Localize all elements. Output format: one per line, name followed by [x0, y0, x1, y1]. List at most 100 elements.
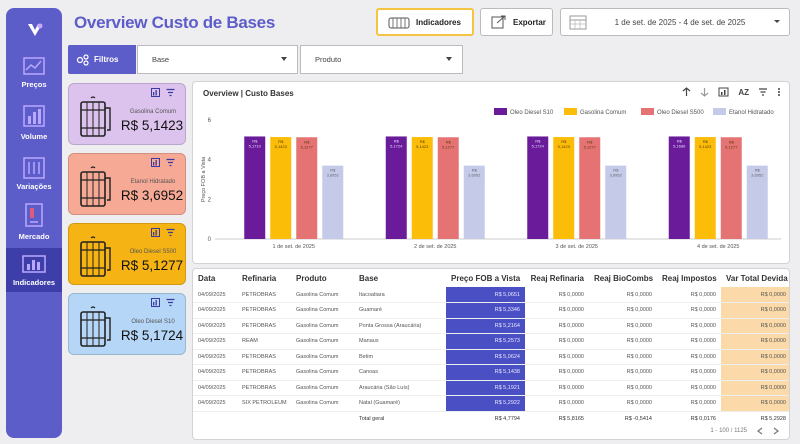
table-cell: R$ 4,7794 — [446, 411, 525, 427]
arrow-down-icon[interactable] — [700, 87, 709, 97]
fuel-tank-icon — [80, 236, 111, 277]
data-label: 5,1277 — [584, 144, 597, 149]
filter-icon[interactable] — [758, 87, 768, 97]
chart-type-icon[interactable] — [151, 298, 160, 307]
filter-icon[interactable] — [166, 158, 175, 167]
data-label: 3,6952 — [327, 173, 340, 178]
pagination-text: 1 - 100 / 1125 — [710, 428, 747, 434]
sidebar-item-label: Variações — [16, 182, 52, 191]
date-range-text: 1 de set. de 2025 - 4 de set. de 2025 — [614, 17, 746, 27]
sort-az-icon[interactable]: AZ — [738, 88, 749, 97]
sidebar-item-volume[interactable]: Volume — [6, 104, 62, 141]
column-header[interactable]: Reaj BioCombs — [589, 269, 657, 287]
column-header[interactable]: Produto — [291, 269, 354, 287]
sidebar-item-indicadores[interactable]: Indicadores — [6, 248, 62, 292]
arrow-up-icon[interactable] — [682, 87, 691, 97]
table-cell: 04/09/2025 — [193, 287, 237, 303]
table-cell: REAM — [237, 333, 291, 350]
bar — [296, 137, 318, 239]
chart-type-icon[interactable] — [718, 87, 729, 97]
bar — [668, 136, 690, 239]
table-cell: 04/09/2025 — [193, 380, 237, 396]
table-cell: R$ 0,0000 — [721, 364, 789, 381]
bar — [385, 136, 407, 239]
column-header[interactable]: Var Total Devida — [721, 269, 789, 287]
chevron-right-icon[interactable] — [773, 427, 779, 435]
table-cell — [237, 411, 291, 427]
table-row: 04/09/2025 SIX PETROLEUM Gasolina Comum Nat… — [193, 395, 789, 412]
chevron-left-icon[interactable] — [757, 427, 763, 435]
fuel-tank-icon — [80, 306, 111, 347]
table-cell: R$ 0,0000 — [657, 318, 721, 334]
table-cell: R$ 0,0000 — [589, 318, 657, 334]
base-dropdown[interactable]: Base — [137, 45, 298, 74]
base-dropdown-label: Base — [152, 55, 170, 64]
column-header[interactable]: Refinaria — [237, 269, 291, 287]
indicadores-button[interactable]: Indicadores — [376, 8, 474, 36]
table-cell: Ponta Grossa (Araucária) — [354, 318, 446, 334]
table-cell: R$ 0,0000 — [657, 302, 721, 319]
filters-label-text: Filtros — [94, 55, 119, 64]
x-tick-label: 2 de set. de 2025 — [414, 244, 457, 250]
column-header[interactable]: Reaj Impostos — [657, 269, 721, 287]
sidebar-item-mercado[interactable]: Mercado — [6, 202, 62, 241]
sidebar-item-variacoes[interactable]: Variações — [6, 156, 62, 191]
app-root: Preços Volume Variações Mercado Indicado… — [0, 0, 800, 444]
table-cell: R$ 0,0000 — [721, 287, 789, 303]
column-header[interactable]: Preço FOB a Vista — [446, 269, 525, 287]
chart-type-icon[interactable] — [151, 158, 160, 167]
table-cell: R$ 5,2164 — [446, 318, 525, 334]
chevron-down-icon — [281, 57, 287, 61]
table-cell — [291, 411, 354, 427]
exportar-label: Exportar — [513, 17, 546, 27]
column-header[interactable]: Reaj Refinaria — [525, 269, 589, 287]
column-header[interactable]: Data — [193, 269, 237, 287]
sidebar: Preços Volume Variações Mercado Indicado… — [6, 8, 62, 438]
data-label: 5,1423 — [558, 144, 571, 149]
column-header[interactable]: Base — [354, 269, 446, 287]
legend-label: Gasolina Comum — [580, 110, 626, 116]
fuel-tank-icon — [80, 96, 111, 137]
produto-dropdown-label: Produto — [315, 55, 342, 64]
data-table-panel: Data Refinaria Produto Base Preço FOB a Vist… — [192, 268, 790, 440]
data-label: 5,1423 — [699, 144, 712, 149]
x-tick-label: 4 de set. de 2025 — [697, 244, 740, 250]
filter-icon[interactable] — [166, 88, 175, 97]
price-chart-icon — [23, 57, 45, 75]
data-table: Data Refinaria Produto Base Preço FOB a Vist… — [193, 269, 789, 427]
indicators-icon — [22, 255, 46, 273]
bar — [244, 136, 266, 239]
kpi-name: Oleo Diesel S500 — [129, 249, 177, 255]
table-cell: Total geral — [354, 411, 446, 427]
legend-label: Oleo Diesel S10 — [510, 110, 554, 116]
filter-icon[interactable] — [166, 228, 175, 237]
produto-dropdown[interactable]: Produto — [300, 45, 463, 74]
table-cell: Guamaré — [354, 302, 446, 319]
sidebar-item-precos[interactable]: Preços — [6, 54, 62, 89]
date-range-picker[interactable]: 1 de set. de 2025 - 4 de set. de 2025 — [560, 8, 790, 36]
filter-icon[interactable] — [166, 298, 175, 307]
chart-type-icon[interactable] — [151, 228, 160, 237]
table-cell: R$ 5,2928 — [721, 411, 789, 427]
table-body: 04/09/2025 PETROBRAS Gasolina Comum Itacoat… — [193, 287, 789, 427]
kpi-name: Oleo Diesel S10 — [131, 319, 175, 325]
table-cell: Gasolina Comum — [291, 318, 354, 334]
data-label: 5,1277 — [442, 144, 455, 149]
more-options-icon[interactable] — [777, 87, 781, 97]
data-label: 5,1710 — [249, 143, 262, 148]
exportar-button[interactable]: Exportar — [480, 8, 553, 36]
chart-type-icon[interactable] — [151, 88, 160, 97]
table-cell: PETROBRAS — [237, 318, 291, 334]
table-cell: PETROBRAS — [237, 364, 291, 381]
table-cell: PETROBRAS — [237, 349, 291, 365]
fuel-tank-icon — [388, 17, 410, 29]
table-cell: R$ 5,1921 — [446, 380, 525, 396]
table-cell: R$ 5,0651 — [446, 287, 525, 303]
table-cell: Gasolina Comum — [291, 364, 354, 381]
table-cell: R$ 5,3346 — [446, 302, 525, 319]
table-cell — [193, 411, 237, 427]
kpi-name: Etanol Hidratado — [130, 179, 176, 185]
data-label: 5,1423 — [275, 144, 288, 149]
table-row: 04/09/2025 PETROBRAS Gasolina Comum Araucár… — [193, 380, 789, 396]
bar — [437, 137, 459, 239]
